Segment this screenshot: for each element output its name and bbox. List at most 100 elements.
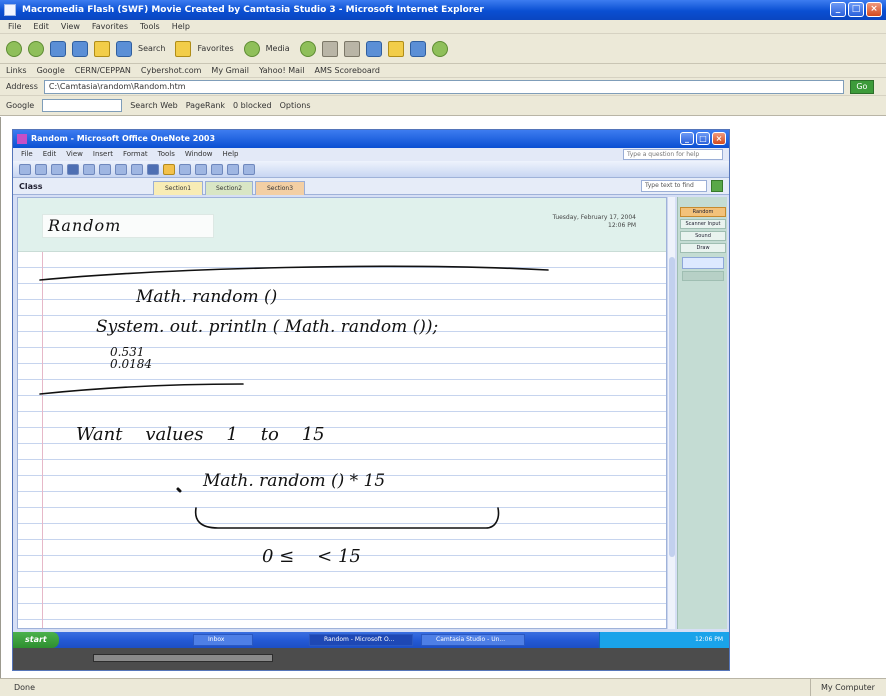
page-tab-sound[interactable]: Sound (680, 231, 726, 241)
ink-line-5: Math. random () * 15 (202, 471, 385, 491)
selection-icon[interactable] (195, 163, 207, 175)
google-search-input[interactable] (42, 99, 123, 112)
folder-icon[interactable] (387, 40, 404, 57)
onenote-help-input[interactable]: Type a question for help (623, 149, 723, 160)
menu-help[interactable]: Help (172, 20, 190, 33)
system-tray: 12:06 PM (599, 632, 729, 648)
status-text: Done (14, 683, 36, 692)
recorder-strip (13, 648, 729, 670)
print-icon[interactable] (51, 163, 63, 175)
paste-icon[interactable] (99, 163, 111, 175)
pen-icon[interactable] (147, 163, 159, 175)
onenote-menu-file[interactable]: File (21, 148, 33, 161)
start-button[interactable]: start (13, 632, 59, 648)
link-item[interactable]: Google (37, 64, 65, 77)
undo-icon[interactable] (115, 163, 127, 175)
bold-icon[interactable] (211, 163, 223, 175)
new-page-button[interactable] (682, 257, 724, 269)
close-button[interactable]: × (866, 2, 882, 17)
note-page[interactable]: Random Tuesday, February 17, 2004 12:06 … (17, 197, 667, 629)
menu-file[interactable]: File (8, 20, 21, 33)
mail-icon[interactable] (321, 40, 338, 57)
onenote-menu-format[interactable]: Format (123, 148, 148, 161)
redo-icon[interactable] (131, 163, 143, 175)
maximize-button[interactable]: □ (848, 2, 864, 17)
link-item[interactable]: Cybershot.com (141, 64, 202, 77)
highlighter-icon[interactable] (163, 163, 175, 175)
onenote-menu-window[interactable]: Window (185, 148, 213, 161)
links-label: Links (6, 66, 27, 75)
menu-view[interactable]: View (61, 20, 80, 33)
history-icon[interactable] (299, 40, 316, 57)
task-camtasia[interactable]: Camtasia Studio - Un... (421, 634, 525, 646)
page-tab-blank[interactable] (682, 271, 724, 281)
menu-favorites[interactable]: Favorites (92, 20, 128, 33)
onenote-menu-edit[interactable]: Edit (43, 148, 57, 161)
ie-window-title: Macromedia Flash (SWF) Movie Created by … (22, 5, 484, 15)
tab-section3[interactable]: Section3 (255, 181, 305, 195)
onenote-find-input[interactable]: Type text to find (641, 180, 707, 192)
onenote-maximize-button[interactable]: □ (696, 132, 710, 145)
edit-icon[interactable] (365, 40, 382, 57)
italic-icon[interactable] (227, 163, 239, 175)
task-inbox[interactable]: Inbox (193, 634, 253, 646)
link-item[interactable]: AMS Scoreboard (315, 64, 381, 77)
page-scrollbar[interactable] (667, 197, 675, 629)
favorites-button-label[interactable]: Favorites (197, 44, 233, 53)
google-search-web[interactable]: Search Web (130, 101, 177, 110)
tray-clock: 12:06 PM (695, 636, 723, 643)
ink-line-3b: 0.0184 (110, 357, 152, 371)
security-zone: My Computer (810, 679, 880, 696)
search-button-label[interactable]: Search (138, 44, 165, 53)
forward-icon[interactable] (28, 40, 44, 57)
print-icon[interactable] (343, 40, 360, 57)
playback-progress[interactable] (93, 654, 273, 662)
task-onenote[interactable]: Random - Microsoft O... (309, 634, 413, 646)
page-tab-scanner-input[interactable]: Scanner Input (680, 219, 726, 229)
onenote-menu-insert[interactable]: Insert (93, 148, 113, 161)
google-popups-blocked[interactable]: 0 blocked (233, 101, 272, 110)
copy-icon[interactable] (83, 163, 95, 175)
stop-icon[interactable] (50, 40, 66, 57)
go-button[interactable]: Go (849, 79, 874, 94)
onenote-title-bar: Random - Microsoft Office OneNote 2003 _… (13, 130, 729, 148)
eraser-icon[interactable] (179, 163, 191, 175)
google-pagerank[interactable]: PageRank (186, 101, 225, 110)
search-icon[interactable] (116, 40, 132, 57)
onenote-menu-help[interactable]: Help (223, 148, 239, 161)
scrollbar-thumb[interactable] (669, 257, 675, 557)
refresh-icon[interactable] (72, 40, 88, 57)
link-item[interactable]: Yahoo! Mail (259, 64, 305, 77)
media-button-label[interactable]: Media (266, 44, 290, 53)
new-page-icon[interactable] (19, 163, 31, 175)
google-options[interactable]: Options (280, 101, 311, 110)
favorites-icon[interactable] (175, 40, 192, 57)
find-go-button[interactable] (711, 180, 723, 192)
onenote-menu-view[interactable]: View (66, 148, 83, 161)
address-input[interactable]: C:\Camtasia\random\Random.htm (43, 79, 844, 94)
ink-line-2: System. out. println ( Math. random ()); (96, 317, 438, 337)
onenote-menu-tools[interactable]: Tools (158, 148, 175, 161)
media-icon[interactable] (243, 40, 260, 57)
link-item[interactable]: My Gmail (211, 64, 249, 77)
cut-icon[interactable] (67, 163, 79, 175)
page-tab-draw[interactable]: Draw (680, 243, 726, 253)
page-tab-random[interactable]: Random (680, 207, 726, 217)
section-name[interactable]: Class (19, 180, 43, 193)
messenger-icon[interactable] (409, 40, 426, 57)
tab-section2[interactable]: Section2 (205, 181, 253, 195)
home-icon[interactable] (94, 40, 110, 57)
menu-edit[interactable]: Edit (33, 20, 49, 33)
onenote-minimize-button[interactable]: _ (680, 132, 694, 145)
onenote-section-tabs: Class Section1 Section2 Section3 Type te… (13, 178, 729, 195)
onenote-icon (17, 134, 27, 144)
menu-tools[interactable]: Tools (140, 20, 160, 33)
underline-icon[interactable] (243, 163, 255, 175)
research-icon[interactable] (431, 40, 448, 57)
link-item[interactable]: CERN/CEPPAN (75, 64, 131, 77)
back-icon[interactable] (6, 40, 22, 57)
save-icon[interactable] (35, 163, 47, 175)
tab-section1[interactable]: Section1 (153, 181, 203, 195)
onenote-close-button[interactable]: × (712, 132, 726, 145)
minimize-button[interactable]: _ (830, 2, 846, 17)
